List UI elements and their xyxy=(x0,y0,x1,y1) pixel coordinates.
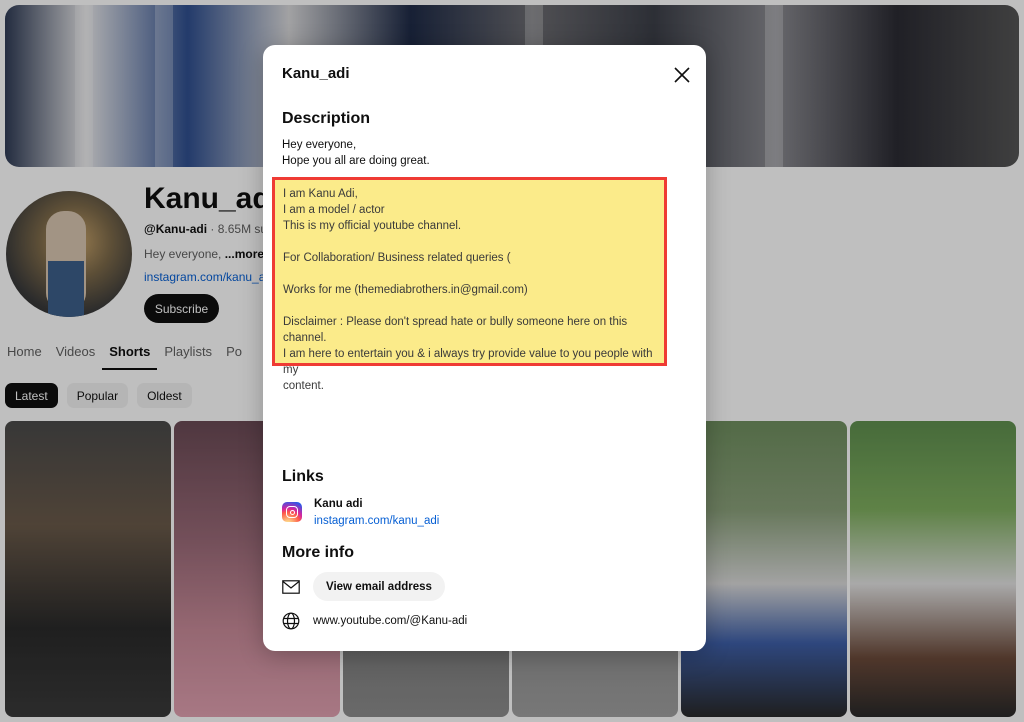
globe-icon xyxy=(282,612,300,630)
description-line: For Collaboration/ Business related quer… xyxy=(283,252,511,264)
email-row: View email address xyxy=(282,572,445,601)
more-info-heading: More info xyxy=(282,544,354,561)
links-heading: Links xyxy=(282,468,324,485)
instagram-link[interactable]: Kanu adi instagram.com/kanu_adi xyxy=(282,498,439,527)
description-line: This is my official youtube channel. xyxy=(283,220,462,232)
description-line: I am Kanu Adi, xyxy=(283,188,358,200)
dialog-title: Kanu_adi xyxy=(282,65,350,82)
description-line: I am a model / actor xyxy=(283,204,385,216)
highlighted-description: I am Kanu Adi, I am a model / actor This… xyxy=(272,177,667,392)
channel-url[interactable]: www.youtube.com/@Kanu-adi xyxy=(313,615,467,627)
description-line: I am here to entertain you & i always tr… xyxy=(283,348,653,376)
description-intro: Hey everyone, Hope you all are doing gre… xyxy=(282,139,430,167)
description-line: content. xyxy=(283,380,324,392)
close-icon[interactable] xyxy=(672,65,692,85)
instagram-icon xyxy=(282,502,302,522)
url-row: www.youtube.com/@Kanu-adi xyxy=(282,612,467,630)
view-email-button[interactable]: View email address xyxy=(313,572,445,601)
mail-icon xyxy=(282,579,300,594)
about-dialog: Kanu_adi Description Hey everyone, Hope … xyxy=(263,45,706,651)
description-line: Disclaimer : Please don't spread hate or… xyxy=(283,316,628,344)
link-url[interactable]: instagram.com/kanu_adi xyxy=(314,515,439,527)
description-heading: Description xyxy=(282,110,371,127)
link-title: Kanu adi xyxy=(314,498,363,510)
description-line: Works for me (themediabrothers.in@gmail.… xyxy=(283,284,528,296)
